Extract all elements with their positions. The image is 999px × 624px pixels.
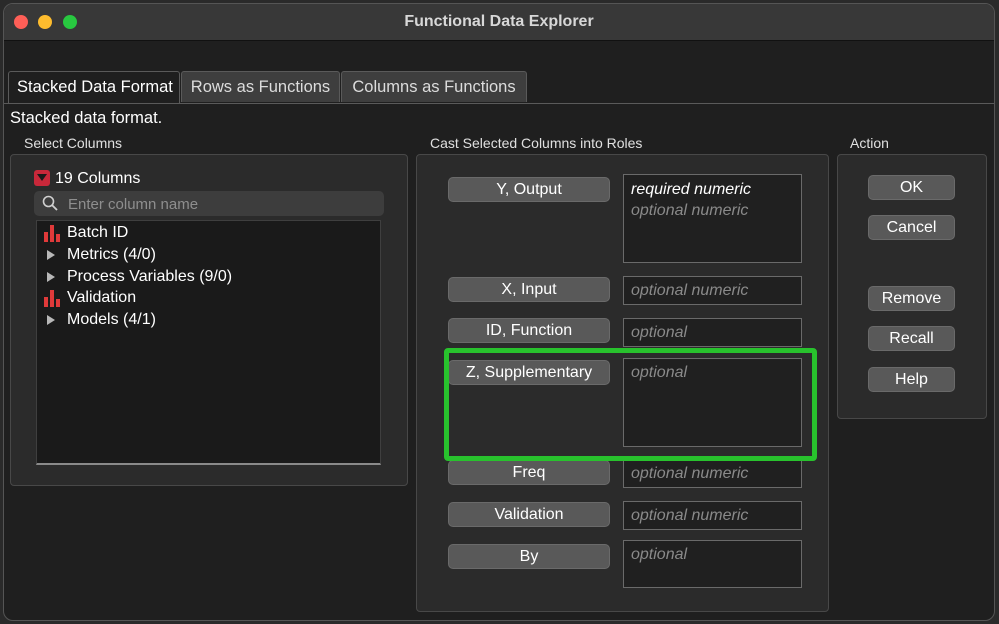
role-x-input-button[interactable]: X, Input: [448, 277, 610, 302]
column-search-box[interactable]: [34, 191, 384, 218]
column-search-input[interactable]: [66, 191, 380, 218]
role-id-function-button[interactable]: ID, Function: [448, 318, 610, 343]
role-value-text: required numeric: [631, 181, 752, 198]
tab-columns-as-functions[interactable]: Columns as Functions: [341, 71, 527, 102]
role-value-text: optional numeric: [631, 282, 749, 299]
expand-arrow-icon[interactable]: [47, 315, 55, 325]
column-item-label: Process Variables (9/0): [67, 268, 233, 285]
fde-dialog-window: Functional Data Explorer Stacked Data Fo…: [3, 3, 995, 621]
help-button[interactable]: Help: [868, 367, 955, 392]
expand-arrow-icon[interactable]: [47, 250, 55, 260]
role-y-output-button[interactable]: Y, Output: [448, 177, 610, 202]
column-item-label: Batch ID: [67, 224, 129, 241]
highlight-annotation: [444, 348, 817, 461]
search-icon: [42, 195, 58, 211]
role-value-text: optional: [631, 546, 688, 563]
role-x-input-box[interactable]: optional numeric: [623, 276, 802, 305]
role-by-box[interactable]: optional: [623, 540, 802, 588]
expand-arrow-icon[interactable]: [47, 272, 55, 282]
column-item-label: Metrics (4/0): [67, 246, 156, 263]
recall-button[interactable]: Recall: [868, 326, 955, 351]
title-bar[interactable]: Functional Data Explorer: [4, 4, 994, 41]
role-freq-box[interactable]: optional numeric: [623, 459, 802, 488]
action-heading: Action: [850, 135, 889, 151]
role-value-text: optional numeric: [631, 202, 749, 219]
column-list[interactable]: Batch ID Metrics (4/0) Process Variables…: [36, 220, 381, 465]
cancel-button[interactable]: Cancel: [868, 215, 955, 240]
select-columns-heading: Select Columns: [24, 135, 123, 151]
bar-chart-icon: [44, 225, 60, 242]
tab-description: Stacked data format.: [10, 109, 163, 127]
red-triangle-icon: [34, 170, 50, 186]
window-title: Functional Data Explorer: [404, 13, 594, 30]
role-by-button[interactable]: By: [448, 544, 610, 569]
role-freq-button[interactable]: Freq: [448, 460, 610, 485]
remove-button[interactable]: Remove: [868, 286, 955, 311]
role-y-output-box[interactable]: required numeric optional numeric: [623, 174, 802, 263]
column-item-label: Models (4/1): [67, 311, 156, 328]
bar-chart-icon: [44, 290, 60, 307]
role-value-text: optional numeric: [631, 465, 749, 482]
column-item-label: Validation: [67, 289, 137, 306]
role-value-text: optional numeric: [631, 507, 749, 524]
select-columns-panel: 19 Columns Batch ID Metrics (4/0): [10, 154, 408, 486]
tab-divider: [4, 103, 994, 104]
tab-rows-as-functions[interactable]: Rows as Functions: [181, 71, 340, 102]
ok-button[interactable]: OK: [868, 175, 955, 200]
role-validation-box[interactable]: optional numeric: [623, 501, 802, 530]
tab-stacked-data-format[interactable]: Stacked Data Format: [8, 71, 180, 103]
role-validation-button[interactable]: Validation: [448, 502, 610, 527]
cast-roles-heading: Cast Selected Columns into Roles: [430, 135, 643, 151]
column-count-label: 19 Columns: [55, 170, 141, 187]
role-id-function-box[interactable]: optional: [623, 318, 802, 347]
column-menu-red-triangle[interactable]: [34, 170, 50, 186]
role-value-text: optional: [631, 324, 688, 341]
